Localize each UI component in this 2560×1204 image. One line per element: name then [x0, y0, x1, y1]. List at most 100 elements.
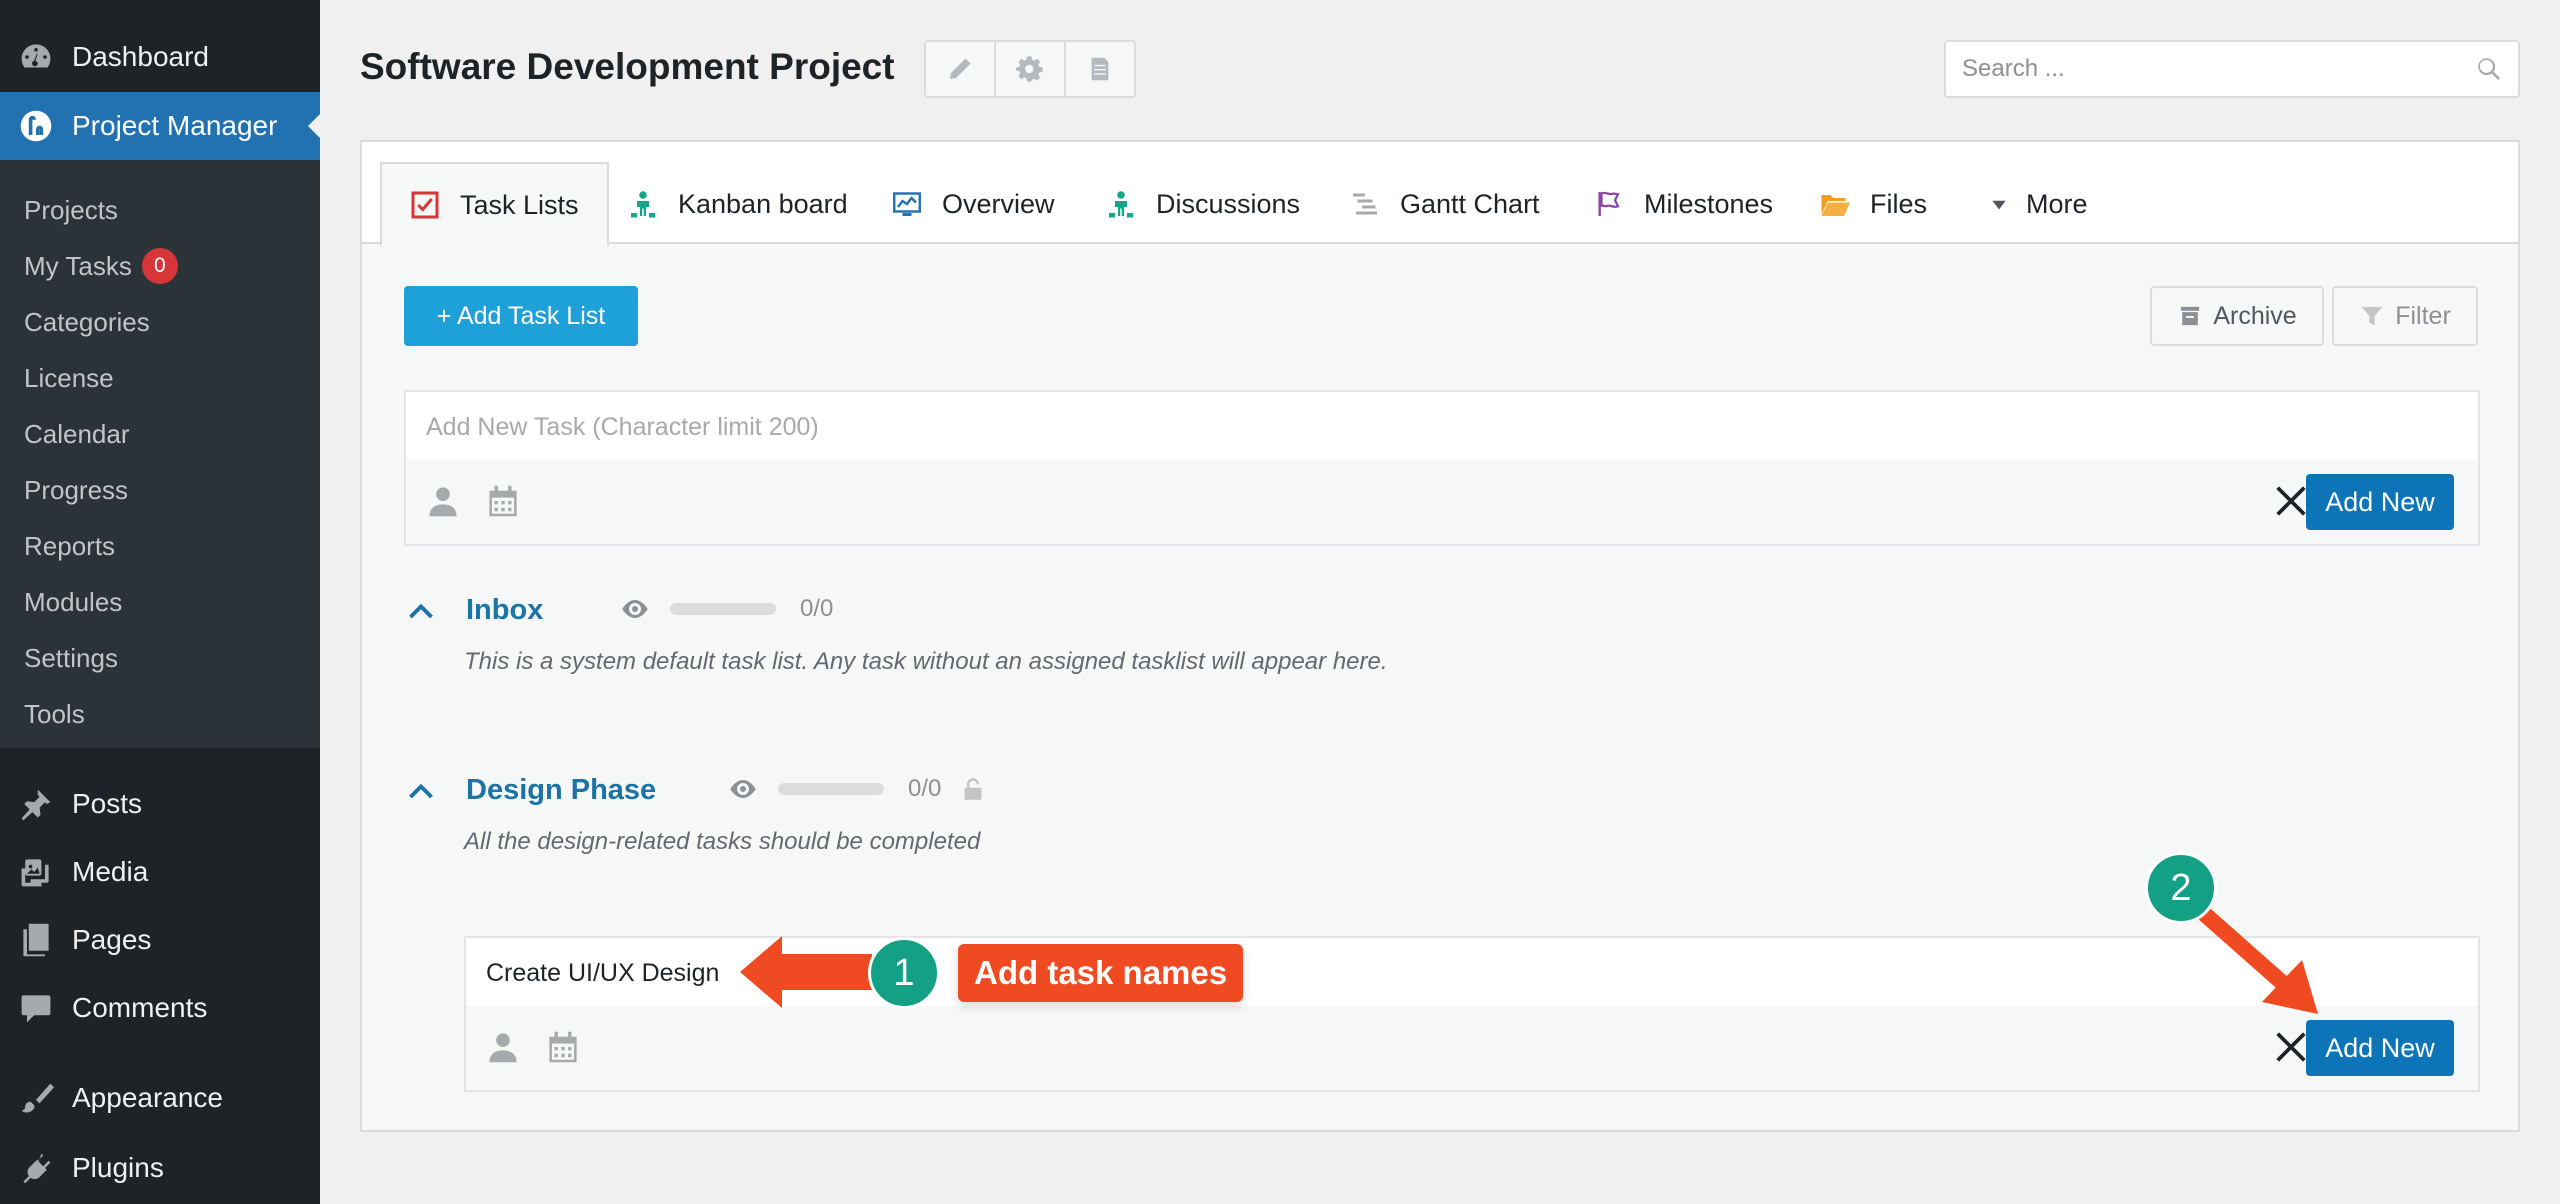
project-settings-button[interactable] — [996, 42, 1066, 96]
project-tabs: Task Lists Kanban board Overview Discuss… — [362, 142, 2518, 246]
sidebar-item-pages[interactable]: Pages — [0, 906, 320, 974]
sidebar-item-appearance[interactable]: Appearance — [0, 1064, 320, 1132]
overview-icon — [893, 192, 921, 216]
new-task-form: Add New Task (Character limit 200) Add N… — [404, 390, 2480, 546]
tab-label: Gantt Chart — [1400, 188, 1540, 219]
dashboard-icon — [0, 39, 72, 75]
kanban-icon — [631, 191, 655, 218]
list-title-inbox[interactable]: Inbox — [466, 594, 543, 627]
sidebar-item-label: Plugins — [72, 1152, 164, 1183]
media-icon — [0, 854, 72, 890]
sidebar-item-posts[interactable]: Posts — [0, 770, 320, 838]
comment-icon — [0, 990, 72, 1026]
submenu-label: Modules — [24, 586, 123, 617]
inbox-list-meta: 0/0 — [620, 594, 833, 624]
archive-icon — [2181, 306, 2200, 326]
design-task-form-footer: Add New — [466, 1006, 2478, 1090]
sidebar-item-label: Media — [72, 856, 149, 887]
discussion-icon — [1109, 191, 1133, 218]
flag-icon — [1598, 191, 1620, 216]
tab-label: Task Lists — [460, 189, 579, 220]
list-title-design-phase[interactable]: Design Phase — [466, 774, 656, 807]
project-tools-group — [924, 40, 1136, 98]
sidebar-item-dashboard[interactable]: Dashboard — [0, 23, 320, 91]
edit-project-button[interactable] — [926, 42, 996, 96]
filter-button[interactable]: Filter — [2332, 286, 2478, 346]
sidebar-item-media[interactable]: Media — [0, 838, 320, 906]
submenu-item-settings[interactable]: Settings — [0, 630, 320, 686]
submenu-item-license[interactable]: License — [0, 350, 320, 406]
submenu-item-projects[interactable]: Projects — [0, 182, 320, 238]
progress-bar — [670, 603, 776, 615]
submenu-item-my-tasks[interactable]: My Tasks 0 — [0, 238, 320, 294]
sidebar-item-label: Comments — [72, 992, 208, 1023]
project-card: Task Lists Kanban board Overview Discuss… — [360, 140, 2520, 1132]
filter-icon — [2361, 306, 2383, 326]
design-phase-list-meta: 0/0 — [728, 774, 985, 804]
archive-label: Archive — [2213, 301, 2297, 330]
submenu-item-modules[interactable]: Modules — [0, 574, 320, 630]
tab-task-lists[interactable]: Task Lists — [380, 162, 609, 246]
archive-button[interactable]: Archive — [2150, 286, 2324, 346]
submenu-label: Settings — [24, 642, 118, 673]
project-manager-icon — [0, 108, 72, 144]
gear-icon — [1016, 56, 1043, 82]
submenu-label: Tools — [24, 698, 85, 729]
list-description: All the design-related tasks should be c… — [464, 828, 981, 855]
submenu-item-reports[interactable]: Reports — [0, 518, 320, 574]
design-task-input[interactable]: Create UI/UX Design — [466, 938, 2478, 1008]
user-icon[interactable] — [426, 484, 460, 518]
filter-label: Filter — [2395, 301, 2451, 330]
pages-icon — [0, 922, 72, 958]
chevron-up-icon[interactable] — [406, 776, 436, 806]
sidebar-item-label: Dashboard — [72, 41, 209, 72]
tab-gantt-chart[interactable]: Gantt Chart — [1350, 162, 1540, 246]
calendar-icon[interactable] — [486, 484, 520, 518]
submenu-item-categories[interactable]: Categories — [0, 294, 320, 350]
sidebar-item-plugins[interactable]: Plugins — [0, 1134, 320, 1202]
project-manager-submenu: Projects My Tasks 0 Categories License Ca… — [0, 160, 320, 748]
tab-discussions[interactable]: Discussions — [1106, 162, 1300, 246]
project-document-button[interactable] — [1066, 42, 1134, 96]
search-input[interactable] — [1962, 55, 2476, 83]
tab-label: Discussions — [1156, 188, 1301, 219]
sidebar-item-label: Posts — [72, 788, 143, 819]
sidebar-item-project-manager[interactable]: Project Manager — [0, 92, 320, 160]
new-task-input[interactable]: Add New Task (Character limit 200) — [406, 392, 2478, 462]
eye-icon[interactable] — [620, 594, 650, 624]
submenu-label: Calendar — [24, 418, 130, 449]
pin-icon — [0, 786, 72, 822]
submenu-item-calendar[interactable]: Calendar — [0, 406, 320, 462]
chevron-up-icon[interactable] — [406, 596, 436, 626]
close-icon[interactable] — [2272, 482, 2310, 520]
lock-icon[interactable] — [961, 777, 985, 801]
calendar-icon[interactable] — [546, 1030, 580, 1064]
submenu-label: My Tasks — [24, 250, 132, 281]
submenu-label: License — [24, 362, 114, 393]
sidebar-item-comments[interactable]: Comments — [0, 974, 320, 1042]
sidebar-item-label: Pages — [72, 924, 152, 955]
new-task-form-footer: Add New — [406, 460, 2478, 544]
plug-icon — [0, 1150, 72, 1186]
submenu-item-tools[interactable]: Tools — [0, 686, 320, 742]
inbox-list-header: Inbox — [406, 594, 543, 627]
close-icon[interactable] — [2272, 1028, 2310, 1066]
gantt-icon — [1353, 193, 1377, 215]
tab-files[interactable]: Files — [1820, 162, 1927, 246]
design-phase-list-header: Design Phase — [406, 774, 656, 807]
submenu-item-progress[interactable]: Progress — [0, 462, 320, 518]
search-icon[interactable] — [2476, 56, 2502, 82]
add-task-list-button[interactable]: + Add Task List — [404, 286, 638, 346]
add-new-task-button[interactable]: Add New — [2306, 474, 2454, 530]
user-icon[interactable] — [486, 1030, 520, 1064]
sidebar-item-label: Appearance — [72, 1082, 224, 1113]
tab-milestones[interactable]: Milestones — [1594, 162, 1773, 246]
eye-icon[interactable] — [728, 774, 758, 804]
tab-more[interactable]: More — [1988, 162, 2088, 246]
step-badge-1: 1 — [868, 937, 940, 1009]
task-count-badge: 0 — [141, 248, 178, 284]
pencil-icon — [950, 58, 971, 79]
add-new-task-button[interactable]: Add New — [2306, 1020, 2454, 1076]
tab-kanban-board[interactable]: Kanban board — [628, 162, 848, 246]
tab-overview[interactable]: Overview — [892, 162, 1055, 246]
